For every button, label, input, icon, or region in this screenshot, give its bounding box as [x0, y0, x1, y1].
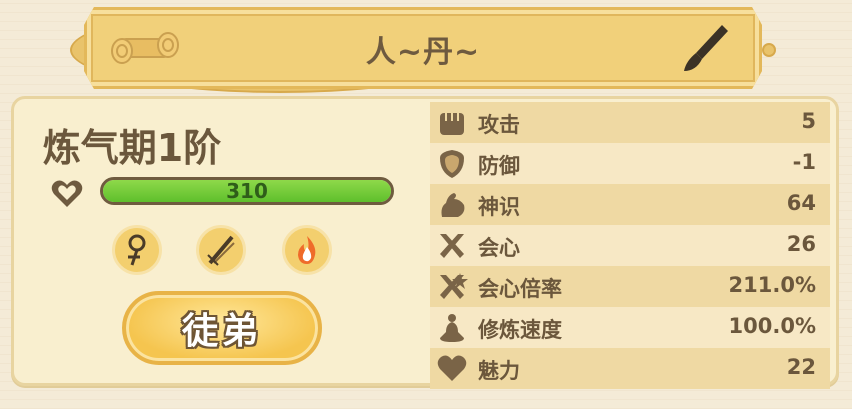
heart-icon — [437, 355, 467, 381]
stat-name: 防御 — [478, 154, 520, 178]
stat-value: 26 — [786, 232, 816, 256]
fist-icon — [440, 113, 464, 135]
title-banner: 人~丹~ — [70, 7, 776, 93]
stat-row-charm: 魅力 22 — [430, 348, 830, 389]
stats-table: 攻击 5 防御 -1 神识 64 会心 26 会心倍率 211.0% 修炼速度 … — [430, 102, 830, 389]
stat-name: 攻击 — [478, 113, 520, 137]
stat-value: 5 — [801, 109, 816, 133]
brush-icon[interactable] — [678, 21, 732, 75]
stat-row-critical-multiplier: 会心倍率 211.0% — [430, 266, 830, 307]
stat-value: -1 — [792, 150, 816, 174]
stat-value: 22 — [786, 355, 816, 379]
stat-name: 神识 — [478, 195, 520, 219]
stat-row-defense: 防御 -1 — [430, 143, 830, 184]
crossed-swords-icon — [440, 234, 464, 258]
cultivation-realm: 炼气期1阶 — [42, 126, 222, 170]
stat-row-spirit: 神识 64 — [430, 184, 830, 225]
skill-slot-sword[interactable] — [196, 225, 246, 275]
stat-name: 修炼速度 — [478, 318, 562, 342]
stat-row-critical: 会心 26 — [430, 225, 830, 266]
stat-name: 会心 — [478, 236, 520, 260]
shield-icon — [440, 150, 464, 178]
critical-burst-icon — [440, 273, 468, 299]
hp-value: 310 — [226, 179, 268, 203]
disciple-button[interactable]: 徒弟 — [122, 291, 322, 365]
heart-icon — [51, 180, 83, 207]
character-panel: 炼气期1阶 310 徒弟 攻击 5 防御 -1 神识 64 会心 26 会心倍率… — [11, 96, 839, 389]
stat-value: 211.0% — [728, 273, 816, 297]
sword-icon — [207, 235, 235, 266]
fire-icon — [298, 236, 316, 264]
character-summary: 炼气期1阶 310 徒弟 — [14, 99, 430, 383]
character-name: 人~丹~ — [365, 35, 481, 70]
skill-slot-staff[interactable] — [112, 225, 162, 275]
stat-name: 会心倍率 — [478, 277, 562, 301]
skill-slot-fire[interactable] — [282, 225, 332, 275]
flexed-arm-icon — [441, 193, 465, 217]
stat-name: 魅力 — [478, 359, 520, 383]
meditation-icon — [440, 314, 464, 342]
stat-value: 100.0% — [728, 314, 816, 338]
disciple-button-label: 徒弟 — [181, 311, 262, 352]
hp-bar: 310 — [100, 177, 394, 205]
stat-row-cultivation-speed: 修炼速度 100.0% — [430, 307, 830, 348]
staff-icon — [128, 234, 146, 266]
stat-value: 64 — [786, 191, 816, 215]
stat-row-attack: 攻击 5 — [430, 102, 830, 143]
